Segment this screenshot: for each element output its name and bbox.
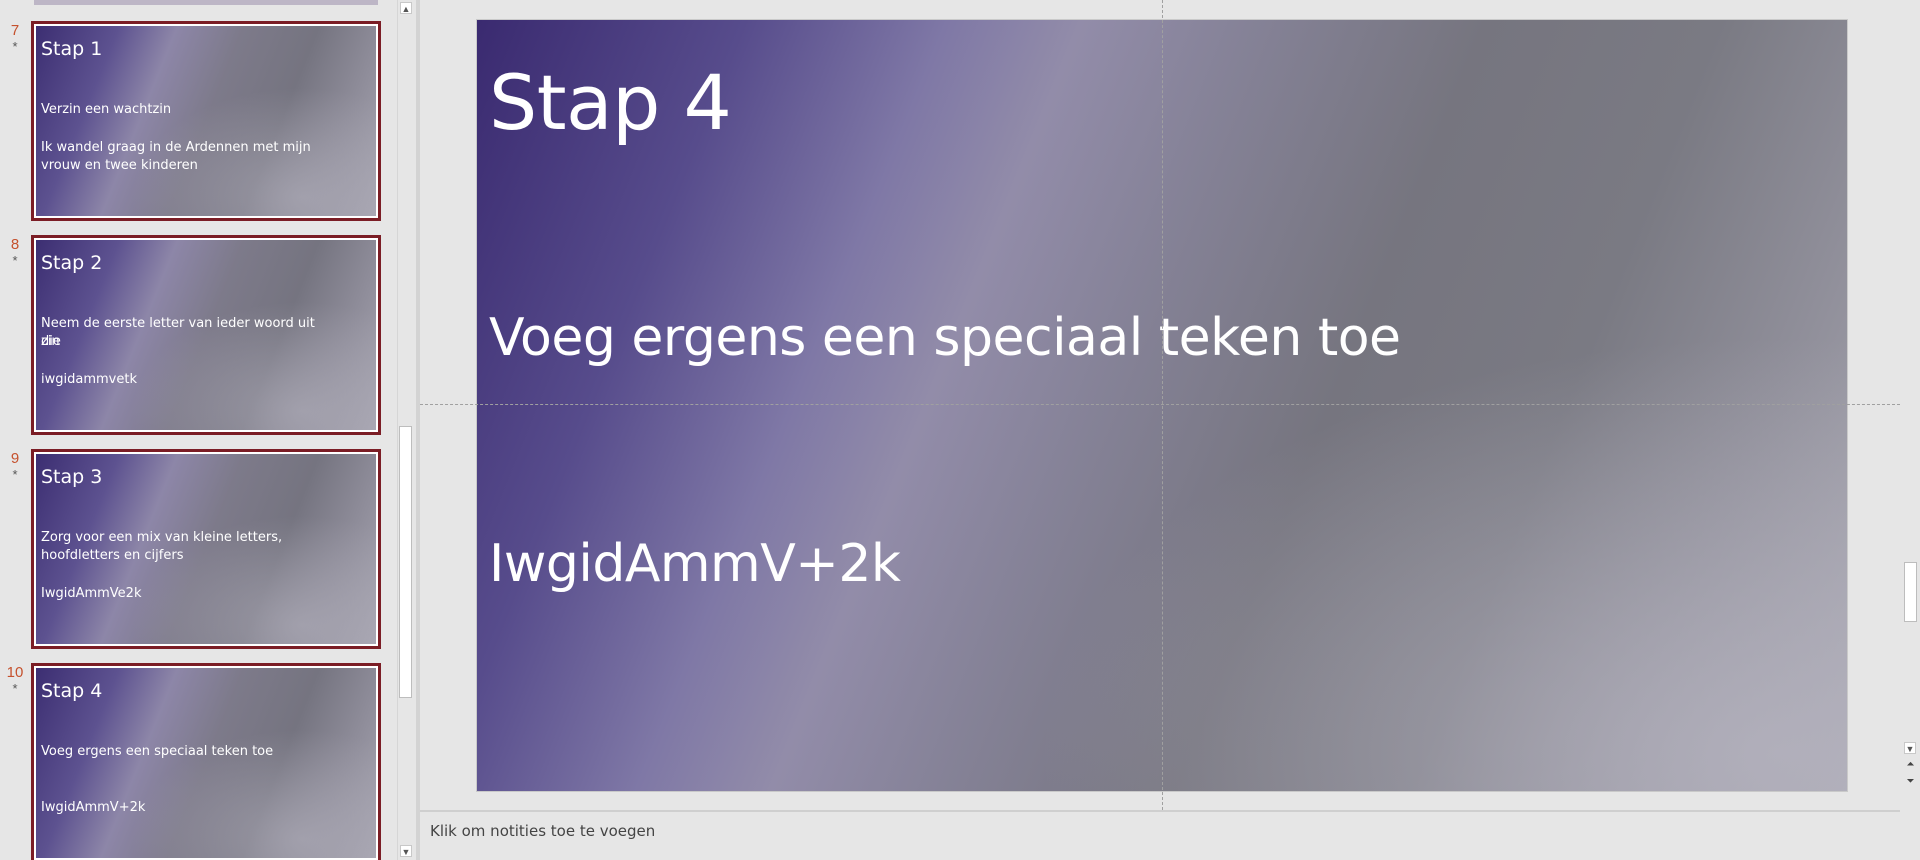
thumbnail-background: Stap 3 Zorg voor een mix van kleine lett… [36, 454, 376, 644]
thumbnail-scrollbar-thumb[interactable] [399, 426, 412, 698]
slide-number: 8 [10, 236, 20, 253]
thumbnail-scrollbar[interactable]: ▲ ▼ [397, 0, 413, 860]
slide-thumbnail-7[interactable]: Stap 1 Verzin een wachtzin Ik wandel gra… [31, 21, 381, 221]
thumbnail-background: Stap 1 Verzin een wachtzin Ik wandel gra… [36, 26, 376, 216]
animation-marker: * [12, 681, 18, 696]
thumbnail-text: Voeg ergens een speciaal teken toe [41, 744, 274, 759]
thumbnail-text: IwgidAmmV+2k [41, 800, 146, 815]
thumbnail-text: hoofdletters en cijfers [41, 548, 184, 563]
scroll-down-arrow-icon[interactable]: ▼ [400, 845, 412, 857]
thumbnail-text: Verzin een wachtzin [41, 102, 172, 117]
slide-number: 7 [10, 22, 20, 39]
presentation-editor: 7 * Stap 1 Verzin een wachtzin Ik wandel… [0, 0, 1920, 860]
thumbnail-text: Zorg voor een mix van kleine letters, [41, 530, 283, 545]
slide-editor: Stap 4 Voeg ergens een speciaal teken to… [420, 0, 1900, 810]
next-slide-double-chevron-icon[interactable]: ⏷ [1904, 775, 1917, 789]
slide-thumbnail-pane: 7 * Stap 1 Verzin een wachtzin Ik wandel… [0, 0, 416, 860]
thumbnail-background: Stap 2 Neem de eerste letter van ieder w… [36, 240, 376, 430]
thumbnail-title: Stap 2 [41, 252, 103, 274]
thumbnail-title: Stap 1 [41, 38, 103, 60]
notes-placeholder[interactable]: Klik om notities toe te voegen [430, 822, 655, 840]
previous-slide-double-chevron-icon[interactable]: ⏶ [1904, 758, 1917, 772]
notes-pane[interactable]: Klik om notities toe te voegen [420, 810, 1900, 860]
slide-body-line[interactable]: IwgidAmmV+2k [489, 534, 901, 594]
animation-marker: * [12, 253, 18, 268]
editor-scrollbar[interactable]: ▼ ⏶ ⏷ [1900, 0, 1920, 810]
slide-title[interactable]: Stap 4 [489, 58, 732, 147]
thumbnail-title: Stap 4 [41, 680, 103, 702]
animation-marker: * [12, 39, 18, 54]
thumbnail-text: vrouw en twee kinderen [41, 158, 198, 173]
slide-number: 9 [10, 450, 20, 467]
thumbnail-text: zin [41, 334, 60, 349]
editor-scrollbar-thumb[interactable] [1904, 562, 1917, 622]
slide-thumbnail-10[interactable]: Stap 4 Voeg ergens een speciaal teken to… [31, 663, 381, 860]
scroll-down-arrow-icon[interactable]: ▼ [1904, 742, 1916, 754]
slide-body-line[interactable]: Voeg ergens een speciaal teken toe [489, 308, 1401, 368]
vertical-guide[interactable] [1162, 0, 1163, 810]
horizontal-guide[interactable] [420, 404, 1900, 405]
thumbnail-title: Stap 3 [41, 466, 103, 488]
thumbnail-text: iwgidammvetk [41, 372, 137, 387]
slide-thumbnail-9[interactable]: Stap 3 Zorg voor een mix van kleine lett… [31, 449, 381, 649]
slide-number: 10 [6, 664, 24, 681]
thumbnail-text: IwgidAmmVe2k [41, 586, 142, 601]
thumbnail-text: Ik wandel graag in de Ardennen met mijn [41, 140, 311, 155]
slide-thumbnail-8[interactable]: Stap 2 Neem de eerste letter van ieder w… [31, 235, 381, 435]
animation-marker: * [12, 467, 18, 482]
thumbnail-background: Stap 4 Voeg ergens een speciaal teken to… [36, 668, 376, 858]
scroll-up-arrow-icon[interactable]: ▲ [400, 2, 412, 14]
previous-slide-thumbnail-edge[interactable] [34, 0, 378, 5]
